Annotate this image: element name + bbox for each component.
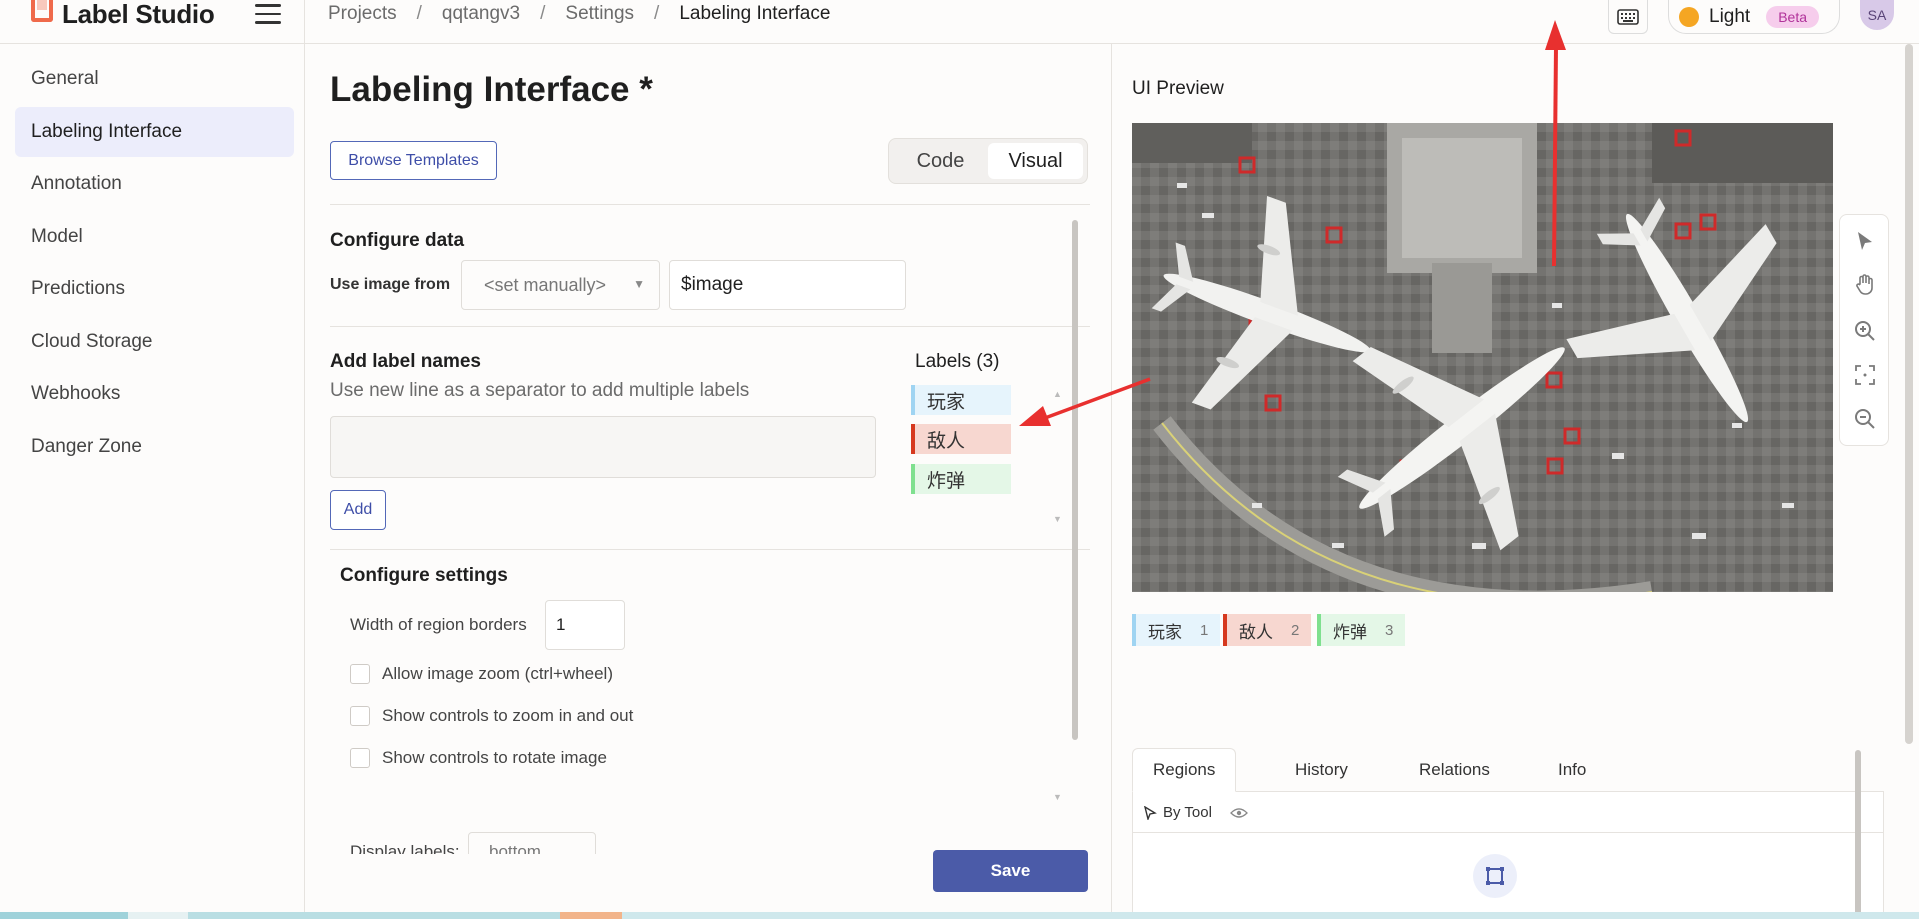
zoom-to-fit-icon[interactable]	[1853, 363, 1877, 387]
beta-badge: Beta	[1766, 5, 1820, 28]
clipped-settings-row: Display labels: bottom	[330, 814, 1070, 854]
keyboard-shortcuts-button[interactable]	[1608, 0, 1648, 34]
checkbox-rotate-controls[interactable]: Show controls to rotate image	[350, 748, 607, 768]
sidebar-item-model[interactable]: Model	[15, 212, 294, 262]
scroll-up-icon[interactable]: ▲	[1053, 389, 1062, 399]
theme-label: Light	[1709, 5, 1751, 27]
label-chip-enemy[interactable]: 敌人	[911, 424, 1011, 454]
add-label-names-title: Add label names	[330, 351, 481, 372]
breadcrumb-project[interactable]: qqtangv3	[442, 3, 520, 25]
image-toolbar	[1839, 214, 1889, 446]
ui-preview-title: UI Preview	[1132, 78, 1224, 99]
image-variable-input[interactable]: $image	[669, 260, 906, 310]
breadcrumb-current: Labeling Interface	[679, 3, 831, 24]
preview-label-bomb[interactable]: 炸弹 3	[1317, 614, 1406, 646]
border-width-label: Width of region borders	[350, 615, 527, 634]
save-button[interactable]: Save	[933, 850, 1088, 892]
image-source-select[interactable]: <set manually> ▼	[461, 260, 660, 310]
checkbox-image-zoom[interactable]: Allow image zoom (ctrl+wheel)	[350, 664, 613, 684]
sidebar-item-danger-zone[interactable]: Danger Zone	[15, 422, 294, 472]
preview-scrollbar[interactable]	[1905, 44, 1913, 744]
display-labels-select[interactable]: bottom	[468, 832, 596, 854]
sidebar-item-general[interactable]: General	[15, 54, 294, 104]
tab-relations[interactable]: Relations	[1419, 748, 1490, 792]
breadcrumb-projects[interactable]: Projects	[328, 3, 397, 25]
zoom-out-icon[interactable]	[1853, 407, 1877, 431]
top-bar: Label Studio Projects / qqtangv3 / Setti…	[0, 0, 1919, 44]
labels-list-title: Labels (3)	[915, 351, 1000, 372]
scroll-down-icon[interactable]: ▼	[1053, 792, 1062, 802]
tab-info[interactable]: Info	[1558, 748, 1586, 792]
sidebar-item-cloud-storage[interactable]: Cloud Storage	[15, 317, 294, 367]
editor-mode-switch: Code Visual	[888, 138, 1088, 184]
hand-pan-icon[interactable]	[1853, 273, 1877, 297]
add-labels-button[interactable]: Add	[330, 490, 386, 530]
user-avatar[interactable]: SA	[1860, 0, 1894, 30]
group-by-tool-button[interactable]: By Tool	[1143, 804, 1248, 821]
keyboard-icon	[1617, 8, 1639, 25]
menu-icon[interactable]	[255, 4, 281, 24]
eye-icon[interactable]	[1230, 807, 1248, 819]
image-source-value: <set manually>	[484, 274, 607, 295]
sidebar-tabs: Regions History Relations Info	[1132, 748, 1884, 792]
configure-data-title: Configure data	[330, 230, 465, 251]
regions-panel: By Tool	[1132, 792, 1884, 919]
checkbox-box[interactable]	[350, 748, 370, 768]
mode-code-tab[interactable]: Code	[893, 143, 988, 179]
config-scrollbar[interactable]	[1072, 220, 1078, 740]
chevron-down-icon: ▼	[633, 277, 645, 291]
tab-history[interactable]: History	[1295, 748, 1348, 792]
bottom-strip	[0, 912, 1919, 919]
border-width-input[interactable]: 1	[545, 600, 625, 650]
use-image-from-label: Use image from	[330, 276, 451, 293]
checkbox-zoom-controls[interactable]: Show controls to zoom in and out	[350, 706, 633, 726]
theme-toggle[interactable]: Light Beta	[1668, 0, 1840, 34]
ui-preview-panel: UI Preview 玩家 1 敌人 2 炸弹 3 Regions Histor…	[1111, 44, 1919, 919]
app-logo[interactable]: Label Studio	[28, 0, 215, 29]
config-panel: Labeling Interface * Browse Templates Co…	[305, 44, 1111, 919]
tab-regions[interactable]: Regions	[1132, 748, 1237, 792]
label-names-textarea[interactable]	[330, 416, 876, 478]
sidebar-item-annotation[interactable]: Annotation	[15, 159, 294, 209]
sidebar-item-labeling-interface[interactable]: Labeling Interface	[15, 107, 294, 157]
regions-scrollbar[interactable]	[1855, 750, 1861, 919]
page-title: Labeling Interface *	[330, 70, 653, 109]
airport-aerial-image	[1132, 123, 1833, 592]
checkbox-box[interactable]	[350, 664, 370, 684]
sidebar-item-predictions[interactable]: Predictions	[15, 264, 294, 314]
checkbox-box[interactable]	[350, 706, 370, 726]
scroll-down-icon[interactable]: ▼	[1053, 514, 1062, 524]
cursor-icon	[1144, 805, 1157, 820]
preview-label-player[interactable]: 玩家 1	[1132, 614, 1221, 646]
breadcrumb: Projects / qqtangv3 / Settings / Labelin…	[328, 3, 831, 25]
browse-templates-button[interactable]: Browse Templates	[330, 141, 497, 180]
preview-image[interactable]	[1132, 123, 1833, 592]
configure-settings-title: Configure settings	[340, 565, 508, 586]
display-labels-label: Display labels:	[350, 842, 460, 854]
settings-sidebar: General Labeling Interface Annotation Mo…	[0, 44, 305, 919]
add-labels-help: Use new line as a separator to add multi…	[330, 380, 750, 401]
sidebar-item-webhooks[interactable]: Webhooks	[15, 369, 294, 419]
pointer-icon[interactable]	[1853, 229, 1877, 253]
zoom-in-icon[interactable]	[1853, 319, 1877, 343]
mode-visual-tab[interactable]: Visual	[988, 143, 1083, 179]
breadcrumb-settings[interactable]: Settings	[565, 3, 634, 25]
empty-regions-icon	[1473, 854, 1517, 898]
label-studio-logo-icon	[28, 0, 56, 28]
label-chip-player[interactable]: 玩家	[911, 385, 1011, 415]
sun-icon	[1679, 6, 1699, 27]
app-name: Label Studio	[62, 0, 215, 29]
preview-label-enemy[interactable]: 敌人 2	[1223, 614, 1312, 646]
label-chip-bomb[interactable]: 炸弹	[911, 464, 1011, 494]
